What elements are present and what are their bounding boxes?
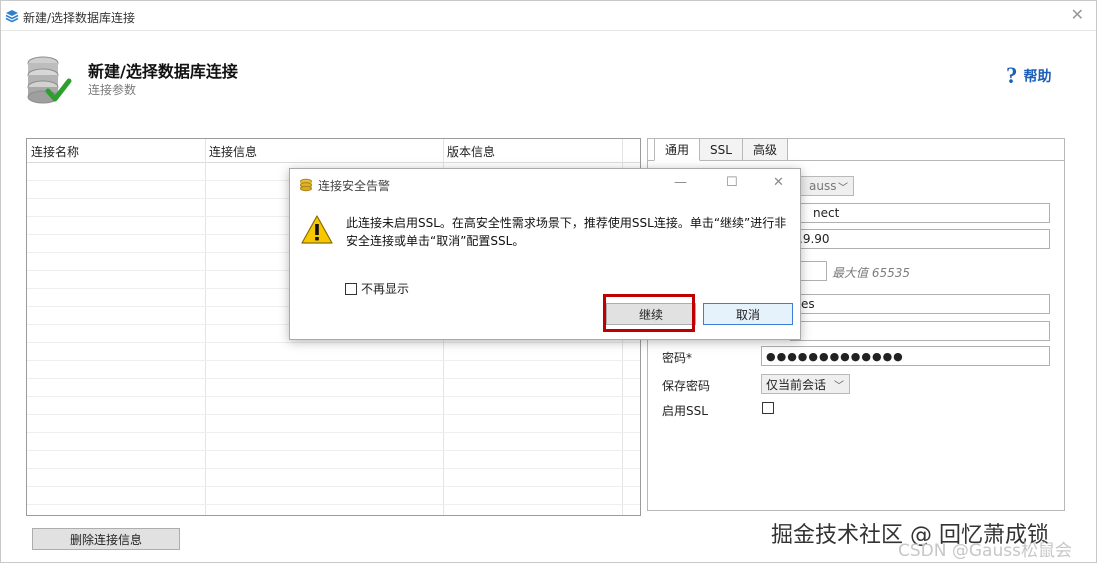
- watermark-csdn: CSDN @Gauss松鼠会: [898, 541, 1072, 561]
- connection-name-value: nect: [813, 206, 840, 220]
- host-field[interactable]: .9.90: [790, 229, 1050, 249]
- dialog-minimize-button[interactable]: —: [674, 175, 687, 191]
- db-coin-icon: [300, 178, 312, 192]
- tab-general[interactable]: 通用: [654, 139, 701, 161]
- row-divider: [27, 486, 640, 487]
- chevron-down-icon: ﹀: [834, 381, 844, 392]
- row-divider: [27, 450, 640, 451]
- row-divider: [27, 414, 640, 415]
- window-title: 新建/选择数据库连接: [23, 11, 136, 25]
- help-link[interactable]: ? 帮助: [1006, 63, 1052, 88]
- enable-ssl-checkbox[interactable]: [762, 402, 774, 414]
- dont-show-label: 不再显示: [361, 282, 410, 296]
- row-divider: [27, 360, 640, 361]
- page-title: 新建/选择数据库连接: [88, 62, 238, 81]
- row-divider: [27, 342, 640, 343]
- row-divider: [27, 468, 640, 469]
- delete-connection-button[interactable]: 删除连接信息: [32, 528, 180, 550]
- page-subtitle: 连接参数: [88, 83, 137, 97]
- security-warning-dialog: 连接安全告警 — ☐ ✕ 此连接未启用SSL。在高安全性需求场景下，推荐使用SS…: [289, 168, 801, 340]
- dialog-message: 此连接未启用SSL。在高安全性需求场景下，推荐使用SSL连接。单击“继续”进行非…: [346, 216, 787, 248]
- db-type-value: auss: [809, 179, 837, 193]
- window-close-button[interactable]: ✕: [1071, 7, 1084, 23]
- cancel-button[interactable]: 取消: [703, 303, 793, 325]
- database-check-icon: [27, 56, 72, 104]
- username-field[interactable]: [790, 321, 1050, 341]
- row-divider: [27, 378, 640, 379]
- settings-tabs: 通用 SSL 高级: [654, 139, 788, 161]
- column-header-name[interactable]: 连接名称: [31, 143, 79, 160]
- column-header-version[interactable]: 版本信息: [447, 143, 495, 160]
- row-divider: [27, 504, 640, 505]
- enable-ssl-label: 启用SSL: [662, 404, 708, 418]
- dialog-title-bar: 连接安全告警 — ☐ ✕: [290, 169, 800, 199]
- help-label: 帮助: [1023, 69, 1052, 85]
- connection-table-header: 连接名称 连接信息 版本信息: [27, 139, 640, 163]
- title-bar: 新建/选择数据库连接 ✕: [1, 1, 1096, 31]
- port-hint: 最大值 65535: [832, 266, 910, 280]
- column-header-info[interactable]: 连接信息: [209, 143, 257, 160]
- column-divider: [205, 139, 206, 515]
- dont-show-again-option[interactable]: 不再显示: [345, 280, 409, 297]
- row-divider: [27, 396, 640, 397]
- password-field[interactable]: ●●●●●●●●●●●●●: [761, 346, 1050, 366]
- connection-name-field[interactable]: nect: [790, 203, 1050, 223]
- main-window: 新建/选择数据库连接 ✕ 新建/选择数据库连接 连接参数 ? 帮助 连接名称 连…: [0, 0, 1097, 563]
- database-stack-icon: [5, 10, 19, 23]
- dialog-title: 连接安全告警: [318, 179, 391, 193]
- password-value: ●●●●●●●●●●●●●: [766, 349, 904, 363]
- continue-highlight-box: [603, 294, 695, 332]
- chevron-down-icon: ﹀: [838, 183, 848, 194]
- help-question-icon: ?: [1006, 63, 1018, 88]
- dialog-maximize-button[interactable]: ☐: [726, 175, 738, 191]
- warning-icon: [301, 215, 333, 244]
- tab-advanced[interactable]: 高级: [742, 139, 788, 161]
- database-field[interactable]: es: [790, 294, 1050, 314]
- save-password-select[interactable]: 仅当前会话 ﹀: [761, 374, 850, 394]
- dont-show-checkbox[interactable]: [345, 282, 357, 295]
- save-password-value: 仅当前会话: [766, 377, 827, 392]
- row-divider: [27, 432, 640, 433]
- password-label: 密码*: [662, 351, 693, 365]
- dialog-close-button[interactable]: ✕: [773, 175, 784, 191]
- save-password-label: 保存密码: [662, 379, 711, 393]
- tab-ssl[interactable]: SSL: [700, 139, 743, 161]
